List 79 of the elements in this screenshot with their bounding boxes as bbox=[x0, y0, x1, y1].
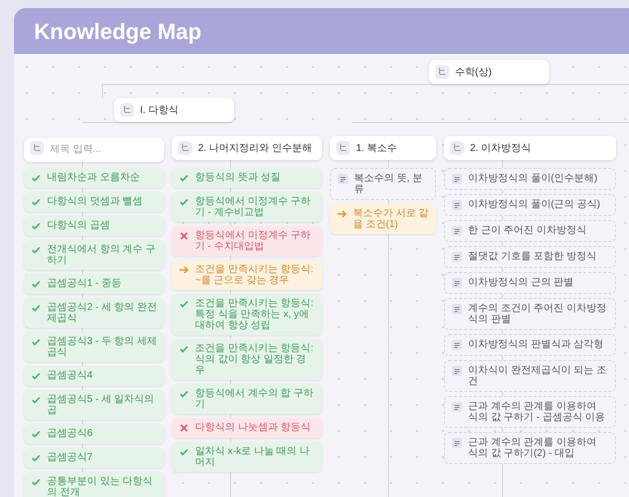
lesson-card[interactable]: 내림차순과 오름차순 bbox=[24, 168, 164, 188]
root-node[interactable]: 수학(상) bbox=[429, 60, 549, 84]
lesson-card[interactable]: 근과 계수의 관계를 이용하여 식의 값 구하기(2) - 대입 bbox=[444, 432, 616, 464]
title-input-field[interactable]: 제목 입력... bbox=[24, 138, 164, 162]
lesson-card[interactable]: 계수의 조건이 주어진 이차방정식의 판별 bbox=[444, 298, 616, 330]
lesson-card[interactable]: 한 근이 주어진 이차방정식 bbox=[444, 220, 616, 242]
check-icon bbox=[30, 394, 42, 406]
check-icon bbox=[30, 302, 42, 314]
topic-node[interactable]: 1. 복소수 bbox=[330, 136, 436, 160]
lesson-card[interactable]: 조건을 만족시키는 항등식: 특정 식을 만족하는 x, y에 대하여 항상 성립 bbox=[172, 294, 322, 335]
cross-icon bbox=[178, 422, 190, 434]
document-icon bbox=[451, 225, 463, 237]
lesson-card[interactable]: 조건을 만족시키는 항등식: ~를 근으로 갖는 경우 bbox=[172, 260, 322, 290]
lesson-card[interactable]: 곱셈공식1 - 중등 bbox=[24, 274, 164, 294]
branch-icon bbox=[435, 65, 449, 79]
document-icon bbox=[451, 437, 463, 449]
lesson-card[interactable]: 전개식에서 항의 계수 구하기 bbox=[24, 240, 164, 270]
branch-icon bbox=[30, 141, 44, 155]
check-icon bbox=[178, 446, 190, 458]
check-icon bbox=[30, 220, 42, 232]
lesson-card[interactable]: 곱셈공식3 - 두 항의 세제곱식 bbox=[24, 332, 164, 362]
check-icon bbox=[30, 336, 42, 348]
cross-icon bbox=[178, 230, 190, 242]
document-icon bbox=[451, 251, 463, 263]
lesson-card[interactable]: 항등식의 뜻과 성질 bbox=[172, 168, 322, 188]
lesson-card[interactable]: 조건을 만족시키는 항등식: 식의 값이 항상 일정한 경우 bbox=[172, 339, 322, 380]
lesson-card[interactable]: 이차방정식의 풀이(인수분해) bbox=[444, 168, 616, 190]
lesson-card[interactable]: 곱셈공식4 bbox=[24, 366, 164, 386]
check-icon bbox=[30, 476, 42, 488]
document-icon bbox=[451, 277, 463, 289]
branch-icon bbox=[178, 141, 192, 155]
lesson-card[interactable]: 다항식의 나눗셈과 항등식 bbox=[172, 418, 322, 438]
lesson-card[interactable]: 이차방정식의 판별식과 삼각형 bbox=[444, 334, 616, 356]
document-icon bbox=[451, 173, 463, 185]
arrow-icon bbox=[336, 208, 348, 220]
document-icon bbox=[337, 173, 349, 185]
check-icon bbox=[178, 388, 190, 400]
check-icon bbox=[178, 343, 190, 355]
topic-node[interactable]: 2. 이차방정식 bbox=[444, 136, 616, 160]
document-icon bbox=[451, 365, 463, 377]
lesson-card[interactable]: 곱셈공식7 bbox=[24, 448, 164, 468]
check-icon bbox=[30, 428, 42, 440]
lesson-card[interactable]: 곱셈공식2 - 세 항의 완전제곱식 bbox=[24, 298, 164, 328]
lesson-card[interactable]: 곱셈공식6 bbox=[24, 424, 164, 444]
lesson-card[interactable]: 절댓값 기호를 포함한 방정식 bbox=[444, 246, 616, 268]
lesson-card[interactable]: 다항식의 덧셈과 뺄셈 bbox=[24, 192, 164, 212]
lesson-card[interactable]: 곱셈공식5 - 세 일차식의 곱 bbox=[24, 390, 164, 420]
check-icon bbox=[30, 452, 42, 464]
document-icon bbox=[451, 401, 463, 413]
topic-node[interactable]: 2. 나머지정리와 인수분해 bbox=[172, 136, 322, 160]
document-icon bbox=[451, 303, 463, 315]
lesson-card[interactable]: 이차방정식의 풀이(근의 공식) bbox=[444, 194, 616, 216]
branch-node[interactable]: I. 다항식 bbox=[114, 98, 234, 122]
lesson-card[interactable]: 공통부분이 있는 다항식의 전개 bbox=[24, 472, 164, 497]
document-icon bbox=[451, 339, 463, 351]
branch-icon bbox=[336, 141, 350, 155]
lesson-card[interactable]: 항등식에서 계수의 합 구하기 bbox=[172, 384, 322, 414]
lesson-card[interactable]: 다항식의 곱셈 bbox=[24, 216, 164, 236]
check-icon bbox=[30, 278, 42, 290]
check-icon bbox=[30, 196, 42, 208]
lesson-card[interactable]: 일차식 x-k로 나눌 때의 나머지 bbox=[172, 442, 322, 472]
check-icon bbox=[178, 196, 190, 208]
document-icon bbox=[451, 199, 463, 211]
lesson-card[interactable]: 항등식에서 미정계수 구하기 - 수치대입법 bbox=[172, 226, 322, 256]
branch-icon bbox=[120, 103, 134, 117]
check-icon bbox=[30, 370, 42, 382]
check-icon bbox=[30, 244, 42, 256]
branch-icon bbox=[450, 141, 464, 155]
lesson-card[interactable]: 복소수의 뜻, 분류 bbox=[330, 168, 436, 200]
lesson-card[interactable]: 항등식에서 미정계수 구하기 - 계수비교법 bbox=[172, 192, 322, 222]
arrow-icon bbox=[178, 264, 190, 276]
lesson-card[interactable]: 근과 계수의 관계를 이용하여 식의 값 구하기 - 곱셈공식 이용 bbox=[444, 396, 616, 428]
page-title: Knowledge Map bbox=[34, 18, 202, 46]
check-icon bbox=[30, 172, 42, 184]
check-icon bbox=[178, 172, 190, 184]
lesson-card[interactable]: 이차식이 완전제곱식이 되는 조건 bbox=[444, 360, 616, 392]
check-icon bbox=[178, 298, 190, 310]
lesson-card[interactable]: 이차방정식의 근의 판별 bbox=[444, 272, 616, 294]
lesson-card[interactable]: 복소수가 서로 같을 조건(1) bbox=[330, 204, 436, 234]
